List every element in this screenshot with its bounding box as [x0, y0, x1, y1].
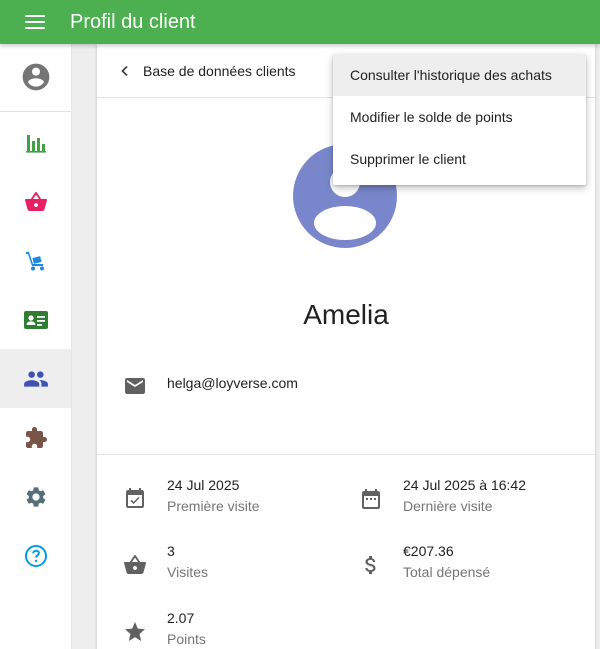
sidebar-item-inventory[interactable] [0, 231, 71, 290]
divider [97, 454, 595, 455]
chevron-left-icon [121, 65, 128, 76]
stat-points: 2.07 Points [123, 610, 343, 649]
gear-icon [26, 486, 45, 507]
points-value: 2.07 [167, 610, 195, 626]
menu-button[interactable] [0, 0, 70, 44]
bar-chart-icon [25, 134, 46, 153]
first-visit-value: 24 Jul 2025 [167, 477, 240, 493]
menu-item-edit-points[interactable]: Modifier le solde de points [333, 96, 586, 138]
menu-item-delete-customer[interactable]: Supprimer le client [333, 138, 586, 180]
customer-email: helga@loyverse.com [167, 375, 298, 391]
points-label: Points [167, 631, 206, 647]
email-row: helga@loyverse.com [123, 374, 298, 398]
sidebar-item-sales[interactable] [0, 172, 71, 231]
last-visit-label: Dernière visite [403, 498, 493, 514]
hand-truck-icon [25, 251, 44, 270]
visits-value: 3 [167, 543, 175, 559]
email-icon [125, 378, 145, 394]
calendar-check-icon [126, 488, 144, 508]
stat-last-visit: 24 Jul 2025 à 16:42 Dernière visite [359, 477, 579, 521]
more-actions-menu: Consulter l'historique des achats Modifi… [333, 54, 586, 185]
stat-first-visit: 24 Jul 2025 Première visite [123, 477, 343, 521]
total-spent-value: €207.36 [403, 543, 454, 559]
dollar-icon [365, 556, 376, 574]
sidebar-item-settings[interactable] [0, 467, 71, 526]
puzzle-icon [25, 426, 47, 448]
page-title: Profil du client [70, 11, 196, 33]
total-spent-label: Total dépensé [403, 564, 491, 580]
hamburger-icon [25, 15, 45, 29]
account-circle-icon [22, 63, 49, 90]
app-bar: Profil du client [0, 0, 600, 44]
basket-icon [24, 191, 47, 211]
sidebar-item-integrations[interactable] [0, 408, 71, 467]
star-icon [125, 622, 145, 641]
sidebar-item-customers[interactable] [0, 349, 71, 408]
basket-icon [124, 555, 146, 574]
help-circle-icon [24, 544, 47, 567]
sidebar-item-reports[interactable] [0, 113, 71, 172]
calendar-icon [362, 489, 380, 509]
back-link-label: Base de données clients [143, 62, 296, 79]
sidebar-item-employees[interactable] [0, 290, 71, 349]
sidebar-divider [0, 111, 71, 112]
visits-label: Visites [167, 564, 208, 580]
stat-total-spent: €207.36 Total dépensé [359, 543, 579, 587]
sidebar-item-account[interactable] [0, 47, 71, 106]
stat-visits: 3 Visites [123, 543, 343, 587]
last-visit-value: 24 Jul 2025 à 16:42 [403, 477, 526, 493]
id-card-icon [23, 310, 48, 329]
customer-name: Amelia [303, 299, 389, 330]
menu-item-purchase-history[interactable]: Consulter l'historique des achats [333, 54, 586, 96]
sidebar-item-help[interactable] [0, 526, 71, 585]
sidebar [0, 44, 72, 649]
first-visit-label: Première visite [167, 498, 260, 514]
people-icon [23, 370, 48, 387]
